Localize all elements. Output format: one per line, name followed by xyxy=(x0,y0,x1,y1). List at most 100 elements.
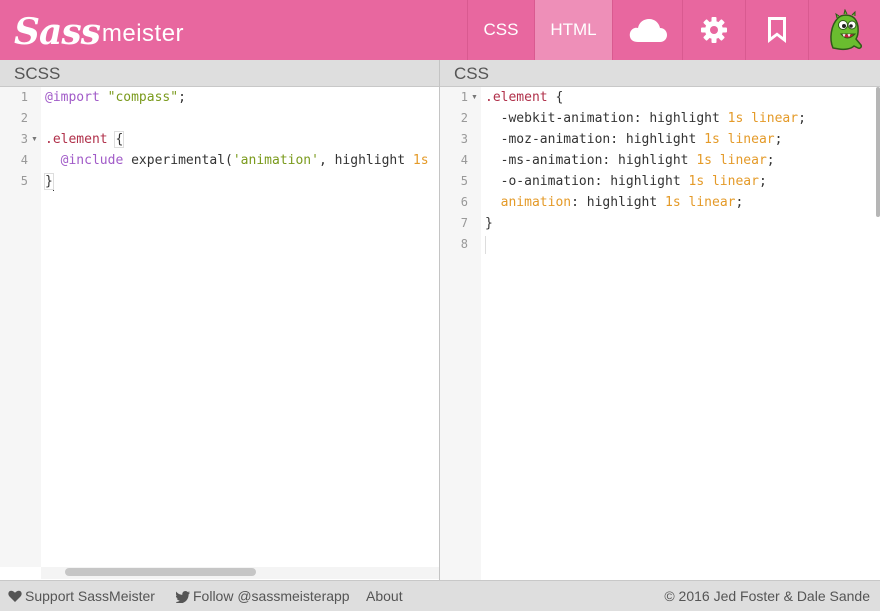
token: animation xyxy=(500,195,572,210)
line-number: 5 xyxy=(20,174,28,188)
html-tab-label: HTML xyxy=(550,20,597,39)
html-tab[interactable]: HTML xyxy=(534,0,612,60)
css-line-gutter: 1 ▼ 2 3 4 5 6 7 8 xyxy=(440,87,481,580)
token: ; xyxy=(774,132,783,147)
line-number: 1 xyxy=(460,90,468,104)
code-line: -ms-animation: highlight 1s linear; xyxy=(485,150,775,171)
token: experimental( xyxy=(123,153,233,168)
css-vertical-scrollbar[interactable] xyxy=(876,87,880,217)
scss-pane-title: SCSS xyxy=(14,64,61,83)
twitter-icon xyxy=(176,590,190,603)
line-number: 1 xyxy=(20,90,28,104)
token: 1s xyxy=(727,111,744,126)
line-number: 8 xyxy=(460,237,468,251)
about-link[interactable]: About xyxy=(366,581,403,611)
sassmeister-logo[interactable]: Sass meister xyxy=(14,4,184,56)
fold-arrow-icon[interactable]: ▼ xyxy=(471,87,478,108)
account-button[interactable] xyxy=(808,0,880,60)
gear-icon xyxy=(701,17,727,43)
code-line: @import "compass"; xyxy=(45,87,186,108)
about-link-label: About xyxy=(366,588,403,604)
code-line: -webkit-animation: highlight 1s linear; xyxy=(485,108,806,129)
follow-link-label: Follow @sassmeisterapp xyxy=(193,588,350,604)
token: linear xyxy=(727,132,775,147)
text-cursor xyxy=(52,172,54,191)
token: 'animation' xyxy=(232,153,319,168)
mascot-icon xyxy=(829,9,862,51)
code-line: } xyxy=(44,171,54,192)
line-number: 5 xyxy=(460,174,468,188)
cloud-icon xyxy=(629,19,667,42)
css-pane-title: CSS xyxy=(454,64,489,83)
css-tab-label: CSS xyxy=(483,20,519,39)
token: -webkit-animation: highlight xyxy=(485,111,728,126)
code-line: } xyxy=(485,213,493,234)
token: } xyxy=(44,173,54,190)
line-number: 3 xyxy=(460,132,468,146)
support-link[interactable]: Support SassMeister xyxy=(8,581,155,611)
token: -o-animation: highlight xyxy=(485,174,689,189)
settings-button[interactable] xyxy=(682,0,745,60)
line-number: 4 xyxy=(20,153,28,167)
token: linear xyxy=(688,195,736,210)
token: .element xyxy=(45,132,108,147)
heart-icon xyxy=(8,590,22,603)
bookmark-button[interactable] xyxy=(745,0,808,60)
code-line: animation: highlight 1s linear; xyxy=(485,192,744,213)
token: linear xyxy=(711,174,759,189)
token: linear xyxy=(751,111,799,126)
token: -ms-animation: highlight xyxy=(485,153,697,168)
token: ; xyxy=(766,153,775,168)
token: { xyxy=(547,90,564,105)
token: ; xyxy=(798,111,806,126)
fold-arrow-icon[interactable]: ▼ xyxy=(31,129,38,150)
line-number: 3 xyxy=(20,132,28,146)
scss-pane-header: SCSS xyxy=(0,60,439,87)
cloud-button[interactable] xyxy=(612,0,682,60)
token: ; xyxy=(758,174,767,189)
css-pane-header: CSS xyxy=(440,60,880,87)
token: ; xyxy=(178,90,186,105)
code-line: .element { xyxy=(45,129,125,150)
copyright-text: © 2016 Jed Foster & Dale Sande xyxy=(664,581,870,611)
token: 1s xyxy=(704,132,720,147)
css-output-editor[interactable]: .element { -webkit-animation: highlight … xyxy=(481,87,876,580)
line-number: 2 xyxy=(20,111,28,125)
token: 1s xyxy=(665,195,681,210)
token: linear xyxy=(719,153,767,168)
follow-link[interactable]: Follow @sassmeisterapp xyxy=(176,581,350,611)
app-header: Sass meister CSS HTML xyxy=(0,0,880,60)
token: "compass" xyxy=(107,90,179,105)
token: } xyxy=(485,216,493,231)
line-number: 6 xyxy=(460,195,468,209)
token: , highlight xyxy=(318,153,413,168)
line-number: 4 xyxy=(460,153,468,167)
copyright-label: © 2016 Jed Foster & Dale Sande xyxy=(664,588,870,604)
logo-sass-text: Sass xyxy=(14,11,101,53)
token: 1s xyxy=(696,153,712,168)
scss-scrollbar-thumb[interactable] xyxy=(65,568,256,576)
token: 1s xyxy=(688,174,705,189)
line-number: 2 xyxy=(460,111,468,125)
support-link-label: Support SassMeister xyxy=(25,588,155,604)
code-line: @include experimental('animation', highl… xyxy=(45,150,429,171)
token: { xyxy=(114,131,125,148)
app-footer: Support SassMeister Follow @sassmeistera… xyxy=(0,580,880,611)
token: @import xyxy=(45,90,100,105)
token: .element xyxy=(485,90,548,105)
indent-guide xyxy=(485,236,486,254)
line-number: 7 xyxy=(460,216,468,230)
css-tab[interactable]: CSS xyxy=(467,0,534,60)
scss-editor[interactable]: @import "compass"; .element { @include e… xyxy=(41,87,439,567)
code-line: .element { xyxy=(485,87,563,108)
code-line: -o-animation: highlight 1s linear; xyxy=(485,171,767,192)
token: : highlight xyxy=(571,195,666,210)
bookmark-icon xyxy=(768,17,786,43)
